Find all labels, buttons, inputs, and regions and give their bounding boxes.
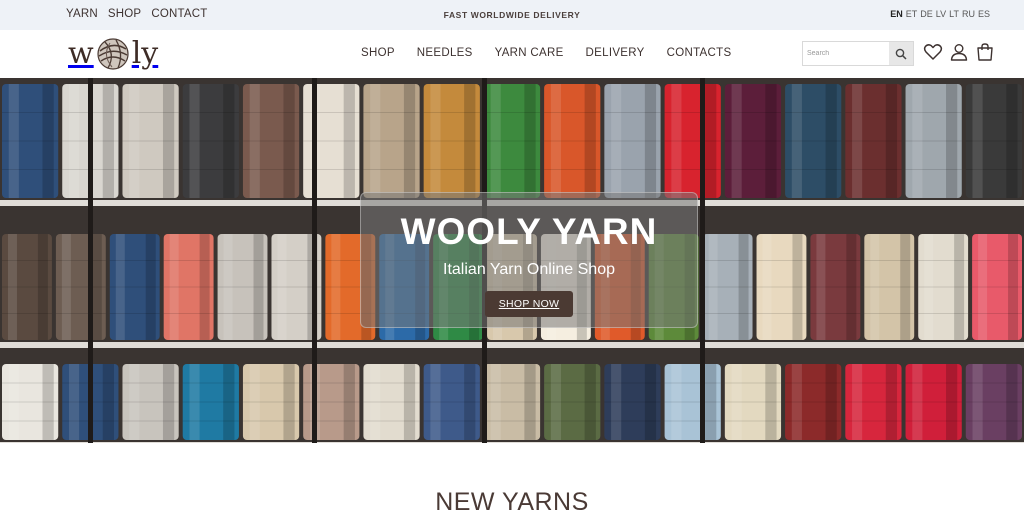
search-input[interactable] (803, 42, 889, 65)
new-yarns-heading: NEW YARNS (435, 488, 589, 516)
lang-de[interactable]: DE (920, 9, 933, 19)
util-link-shop[interactable]: SHOP (108, 8, 141, 20)
hero-banner: WOOLY YARN Italian Yarn Online Shop SHOP… (0, 78, 1024, 443)
lang-en[interactable]: EN (890, 9, 903, 19)
nav-delivery[interactable]: DELIVERY (586, 47, 645, 59)
heart-icon[interactable] (923, 42, 943, 62)
util-link-contact[interactable]: CONTACT (151, 8, 207, 20)
shop-now-button[interactable]: SHOP NOW (484, 291, 574, 317)
site-header: w ly SHOP NEEDLES YARN CARE DELIVERY CON… (0, 30, 1024, 78)
user-icon[interactable] (949, 42, 969, 62)
language-switcher: EN ET DE LV LT RU ES (890, 9, 990, 19)
cart-icon[interactable] (975, 42, 995, 62)
logo-letters-ly: ly (131, 36, 159, 71)
nav-yarn-care[interactable]: YARN CARE (495, 47, 564, 59)
yarn-ball-logo-icon (97, 38, 129, 70)
top-utility-bar: YARN SHOP CONTACT FAST WORLDWIDE DELIVER… (0, 0, 1024, 30)
lang-et[interactable]: ET (906, 9, 918, 19)
nav-contacts[interactable]: CONTACTS (667, 47, 732, 59)
hero-title: WOOLY YARN (400, 211, 658, 252)
hero-subtitle: Italian Yarn Online Shop (443, 261, 615, 278)
utility-links: YARN SHOP CONTACT (66, 8, 207, 20)
lang-lt[interactable]: LT (949, 9, 959, 19)
nav-needles[interactable]: NEEDLES (417, 47, 473, 59)
util-link-yarn[interactable]: YARN (66, 8, 98, 20)
site-logo[interactable]: w ly (68, 35, 158, 73)
lang-es[interactable]: ES (978, 9, 990, 19)
lang-ru[interactable]: RU (962, 9, 975, 19)
search-icon (895, 48, 907, 60)
search-box (802, 41, 914, 66)
logo-letter-w: w (68, 36, 94, 71)
main-navigation: SHOP NEEDLES YARN CARE DELIVERY CONTACTS (361, 47, 731, 59)
search-button[interactable] (889, 42, 913, 65)
promo-text: FAST WORLDWIDE DELIVERY (443, 10, 581, 20)
lang-lv[interactable]: LV (936, 9, 946, 19)
hero-overlay-box: WOOLY YARN Italian Yarn Online Shop SHOP… (360, 192, 698, 328)
nav-shop[interactable]: SHOP (361, 47, 395, 59)
